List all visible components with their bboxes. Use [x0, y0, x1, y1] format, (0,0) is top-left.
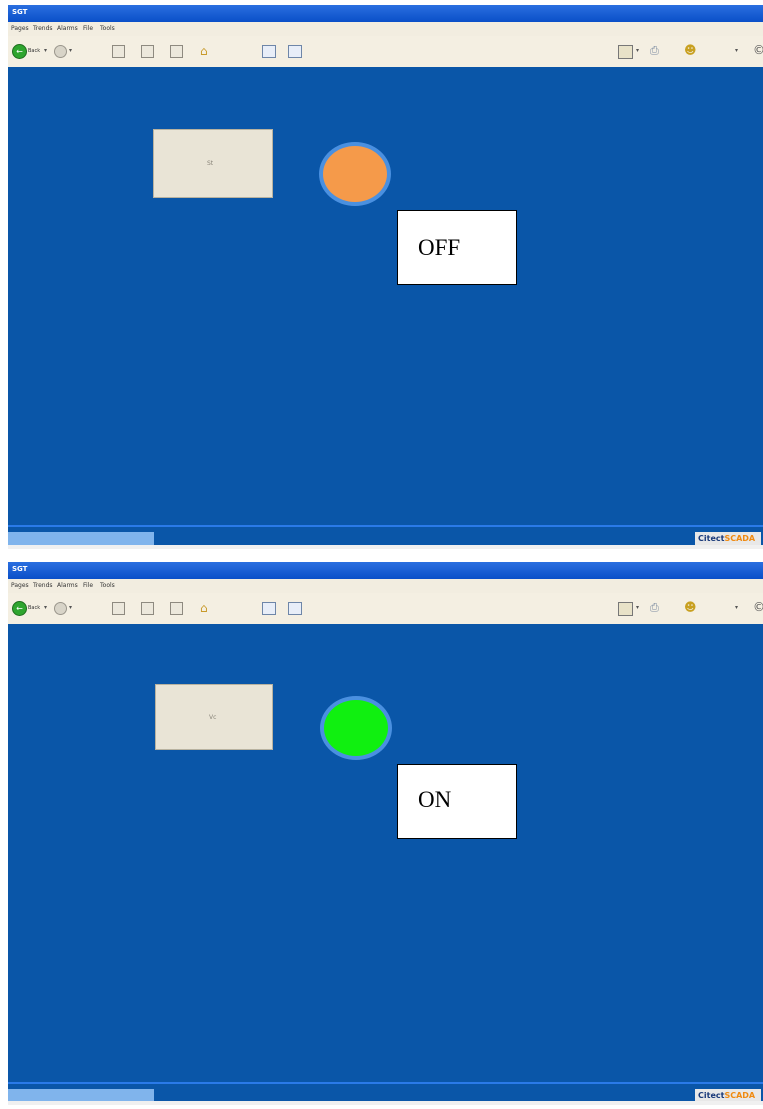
page-icon[interactable]: [112, 45, 125, 58]
home-icon[interactable]: ⌂: [200, 601, 214, 615]
window-title: SGT: [12, 565, 28, 573]
push-button[interactable]: Vc: [155, 684, 273, 750]
toolbar: ← Back ▾ ▾ ⌂ ▾ ⎙ ☻ ▾ ©: [8, 36, 763, 68]
toolbar: ← Back ▾ ▾ ⌂ ▾ ⎙ ☻ ▾ ©: [8, 593, 763, 625]
page-icon[interactable]: [112, 602, 125, 615]
help-icon[interactable]: ©: [753, 600, 763, 614]
state-text: ON: [418, 787, 452, 812]
zoom-icon[interactable]: [141, 45, 154, 58]
zoom-icon[interactable]: [141, 602, 154, 615]
scada-window-off: SGT Pages Trends Alarms File Tools ← Bac…: [8, 5, 763, 549]
layout-icon[interactable]: [618, 602, 633, 616]
push-button[interactable]: St: [153, 129, 273, 198]
zoom-out-icon[interactable]: [170, 45, 183, 58]
menu-tools[interactable]: Tools: [100, 582, 115, 589]
layout-dropdown-icon[interactable]: ▾: [636, 604, 639, 611]
title-bar: SGT: [8, 562, 763, 579]
help-icon[interactable]: ©: [753, 43, 763, 57]
menu-tools[interactable]: Tools: [100, 25, 115, 32]
status-field: [8, 532, 154, 546]
back-arrow-icon[interactable]: ←: [12, 44, 27, 59]
push-button-label: St: [207, 160, 214, 167]
forward-dropdown-icon[interactable]: ▾: [69, 47, 72, 54]
menu-bar: Pages Trends Alarms File Tools: [8, 22, 763, 36]
state-label-box: ON: [397, 764, 517, 839]
forward-dropdown-icon[interactable]: ▾: [69, 604, 72, 611]
state-label-box: OFF: [397, 210, 517, 285]
push-button-label: Vc: [209, 714, 217, 721]
users-icon[interactable]: ☻: [684, 601, 704, 614]
print-icon[interactable]: ⎙: [650, 44, 664, 57]
back-dropdown-icon[interactable]: ▾: [44, 604, 47, 611]
menu-alarms[interactable]: Alarms: [57, 582, 78, 589]
title-bar: SGT: [8, 5, 763, 22]
forward-arrow-icon[interactable]: [54, 45, 67, 58]
back-button-label[interactable]: Back: [28, 605, 40, 611]
zoom-out-icon[interactable]: [170, 602, 183, 615]
state-text: OFF: [418, 235, 461, 260]
window-icon[interactable]: [262, 602, 276, 615]
window-icon[interactable]: [262, 45, 276, 58]
users-dropdown-icon[interactable]: ▾: [735, 604, 738, 611]
home-icon[interactable]: ⌂: [200, 44, 214, 58]
taskbar-strip: [8, 545, 763, 549]
menu-trends[interactable]: Trends: [33, 582, 53, 589]
menu-file[interactable]: File: [83, 25, 93, 32]
menu-alarms[interactable]: Alarms: [57, 25, 78, 32]
users-icon[interactable]: ☻: [684, 44, 704, 57]
status-lamp: [320, 696, 392, 760]
layout-dropdown-icon[interactable]: ▾: [636, 47, 639, 54]
citect-logo: CitectSCADA: [695, 532, 761, 546]
layout-icon[interactable]: [618, 45, 633, 59]
menu-file[interactable]: File: [83, 582, 93, 589]
menu-bar: Pages Trends Alarms File Tools: [8, 579, 763, 593]
menu-pages[interactable]: Pages: [11, 582, 29, 589]
taskbar-strip: [8, 1101, 763, 1105]
back-arrow-icon[interactable]: ←: [12, 601, 27, 616]
users-dropdown-icon[interactable]: ▾: [735, 47, 738, 54]
back-button-label[interactable]: Back: [28, 48, 40, 54]
menu-pages[interactable]: Pages: [11, 25, 29, 32]
trend-icon[interactable]: [288, 602, 302, 615]
scada-window-on: SGT Pages Trends Alarms File Tools ← Bac…: [8, 562, 763, 1105]
forward-arrow-icon[interactable]: [54, 602, 67, 615]
status-lamp: [319, 142, 391, 206]
menu-trends[interactable]: Trends: [33, 25, 53, 32]
graphics-page: Vc ON: [8, 624, 763, 1082]
window-title: SGT: [12, 8, 28, 16]
print-icon[interactable]: ⎙: [650, 601, 664, 614]
trend-icon[interactable]: [288, 45, 302, 58]
back-dropdown-icon[interactable]: ▾: [44, 47, 47, 54]
graphics-page: St OFF: [8, 67, 763, 525]
